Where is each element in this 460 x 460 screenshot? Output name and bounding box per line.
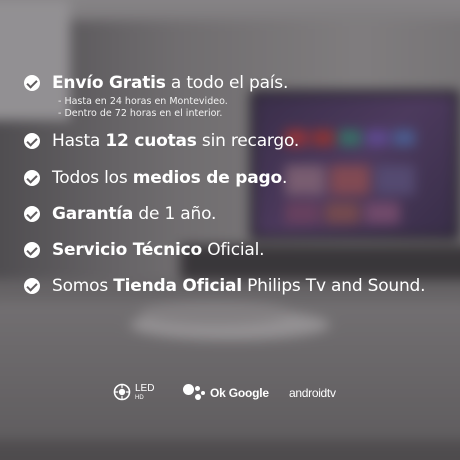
- ok-google-logo: Ok Google: [182, 383, 269, 403]
- feature-item-official-store: Somos Tienda Oficial Philips Tv and Soun…: [24, 276, 426, 296]
- checkmark-icon: [24, 75, 40, 91]
- android-tv-label: androidtv: [289, 386, 336, 400]
- led-label: LED: [135, 382, 155, 394]
- feature-item-warranty: Garantía de 1 año.: [24, 204, 216, 224]
- feature-text: Hasta 12 cuotas sin recargo.: [52, 131, 300, 151]
- checkmark-icon: [24, 206, 40, 222]
- checkmark-icon: [24, 242, 40, 258]
- feature-item-free-shipping: Envío Gratis a todo el país.: [24, 73, 288, 93]
- logos-row: LED HD Ok Google androidtv: [0, 380, 460, 410]
- checkmark-icon: [24, 278, 40, 294]
- led-hd-logo: LED HD: [113, 383, 154, 401]
- feature-text: Todos los medios de pago.: [52, 168, 288, 188]
- feature-text: Garantía de 1 año.: [52, 204, 217, 224]
- shipping-note-interior: - Dentro de 72 horas en el interior.: [58, 108, 223, 119]
- ok-google-label: Ok Google: [210, 386, 269, 400]
- feature-item-payment-methods: Todos los medios de pago.: [24, 168, 287, 188]
- checkmark-icon: [24, 133, 40, 149]
- google-assistant-icon: [182, 383, 206, 403]
- feature-text: Somos Tienda Oficial Philips Tv and Soun…: [52, 276, 426, 296]
- checkmark-icon: [24, 170, 40, 186]
- feature-text: Envío Gratis a todo el país.: [52, 73, 289, 93]
- feature-item-technical-service: Servicio Técnico Oficial.: [24, 240, 265, 260]
- led-bulb-icon: [113, 383, 131, 401]
- feature-text: Servicio Técnico Oficial.: [52, 240, 265, 260]
- shipping-note-montevideo: - Hasta en 24 horas en Montevideo.: [58, 96, 228, 107]
- android-tv-logo: androidtv: [289, 386, 336, 400]
- feature-item-installments: Hasta 12 cuotas sin recargo.: [24, 131, 299, 151]
- hd-label: HD: [135, 394, 144, 401]
